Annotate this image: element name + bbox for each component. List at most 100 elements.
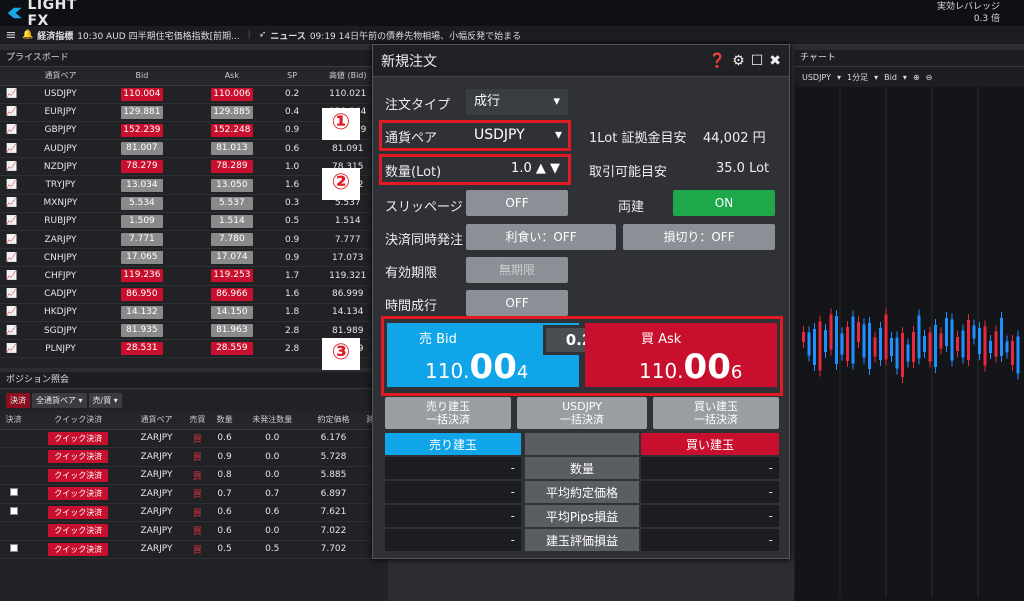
stop-loss-button[interactable]: 損切り：OFF [623, 224, 775, 250]
buy-ask-button[interactable]: 買 Ask 110.006 [585, 323, 777, 387]
order-type-select[interactable]: 成行 ▾ [466, 89, 568, 115]
chart-line-icon[interactable]: 📈 [6, 235, 17, 245]
price-row[interactable]: 📈 RUBJPY 1.509 1.514 0.5 1.514 [0, 212, 388, 232]
quick-settle-button[interactable]: クイック決済 [48, 505, 109, 519]
price-row[interactable]: 📈 CADJPY 86.950 86.966 1.6 86.999 [0, 285, 388, 304]
chart-line-icon[interactable]: 📈 [6, 216, 17, 226]
bid-chip[interactable]: 81.007 [120, 142, 163, 156]
position-row[interactable]: クイック決済 ZARJPY 買 0.6 0.0 7.022 [0, 521, 388, 541]
gear-icon[interactable]: ⚙ [732, 53, 745, 69]
position-row[interactable]: クイック決済 ZARJPY 買 0.7 0.7 6.897 [0, 484, 388, 504]
ask-chip[interactable]: 17.074 [210, 251, 253, 265]
settle-checkbox[interactable] [9, 488, 18, 497]
ask-chip[interactable]: 81.013 [210, 142, 253, 156]
settle-button[interactable]: 決済 [6, 392, 30, 408]
quick-settle-button[interactable]: クイック決済 [48, 450, 109, 464]
close-icon[interactable]: ✖ [769, 53, 781, 69]
settle-checkbox[interactable] [9, 543, 18, 552]
bid-chip[interactable]: 17.065 [120, 251, 163, 265]
price-row[interactable]: 📈 SGDJPY 81.935 81.963 2.8 81.989 [0, 321, 388, 341]
ask-chip[interactable]: 13.050 [210, 178, 253, 192]
quick-settle-button[interactable]: クイック決済 [48, 431, 109, 445]
price-row[interactable]: 📈 USDJPY 110.004 110.006 0.2 110.021 [0, 85, 388, 104]
position-row[interactable]: クイック決済 ZARJPY 買 0.6 0.0 6.176 [0, 429, 388, 448]
position-row[interactable]: クイック決済 ZARJPY 買 0.9 0.0 5.728 [0, 447, 388, 467]
ask-chip[interactable]: 5.537 [210, 196, 253, 210]
price-row[interactable]: 📈 ZARJPY 7.771 7.780 0.9 7.777 [0, 230, 388, 250]
candlestick-chart[interactable] [793, 87, 1024, 597]
price-row[interactable]: 📈 HKDJPY 14.132 14.150 1.8 14.134 [0, 303, 388, 322]
news-text[interactable]: 09:19 14日午前の債券先物相場、小幅反発で始まる [310, 29, 521, 42]
chart-line-icon[interactable]: 📈 [6, 162, 17, 172]
hedge-toggle[interactable]: ON [673, 190, 775, 216]
settle-checkbox[interactable] [9, 506, 18, 515]
ask-chip[interactable]: 86.966 [210, 287, 253, 301]
chart-line-icon[interactable]: 📈 [6, 253, 17, 263]
maximize-icon[interactable]: ☐ [751, 53, 764, 69]
position-row[interactable]: クイック決済 ZARJPY 買 0.8 0.0 5.885 [0, 466, 388, 485]
bid-chip[interactable]: 28.531 [120, 342, 163, 356]
price-row[interactable]: 📈 AUDJPY 81.007 81.013 0.6 81.091 [0, 139, 388, 159]
take-profit-button[interactable]: 利食い：OFF [466, 224, 616, 250]
help-icon[interactable]: ❓ [709, 53, 726, 69]
bid-chip[interactable]: 5.534 [120, 196, 163, 210]
pair-select[interactable]: USDJPY ▾ [466, 123, 566, 147]
chart-line-icon[interactable]: 📈 [6, 180, 17, 190]
position-row[interactable]: クイック決済 ZARJPY 買 0.6 0.6 7.621 [0, 503, 388, 522]
price-row[interactable]: 📈 CHFJPY 119.236 119.253 1.7 119.321 [0, 266, 388, 286]
bid-chip[interactable]: 110.004 [120, 87, 163, 101]
ask-chip[interactable]: 129.885 [210, 105, 253, 119]
quick-settle-button[interactable]: クイック決済 [48, 468, 109, 482]
zoom-out-icon[interactable]: ⊖ [926, 73, 933, 82]
chart-line-icon[interactable]: 📈 [6, 107, 17, 117]
quick-settle-button[interactable]: クイック決済 [48, 524, 109, 538]
chart-line-icon[interactable]: 📈 [6, 89, 17, 99]
sell-all-settle-button[interactable]: 売り建玉 一括決済 [385, 397, 511, 429]
quick-settle-button[interactable]: クイック決済 [48, 542, 109, 556]
bid-chip[interactable]: 7.771 [120, 233, 163, 247]
chart-line-icon[interactable]: 📈 [6, 326, 17, 336]
quick-settle-button[interactable]: クイック決済 [48, 487, 109, 501]
pair-filter-select[interactable]: 全通貨ペア ▾ [32, 392, 87, 408]
bid-chip[interactable]: 78.279 [120, 160, 163, 174]
chart-line-icon[interactable]: 📈 [6, 307, 17, 317]
bid-chip[interactable]: 152.239 [120, 123, 163, 137]
zoom-in-icon[interactable]: ⊕ [913, 73, 920, 82]
side-filter-select[interactable]: 売/買 ▾ [88, 392, 122, 408]
chart-line-icon[interactable]: 📈 [6, 344, 17, 354]
pair-all-settle-button[interactable]: USDJPY 一括決済 [517, 397, 647, 429]
chart-line-icon[interactable]: 📈 [6, 198, 17, 208]
ask-chip[interactable]: 14.150 [210, 305, 253, 319]
slippage-toggle[interactable]: OFF [466, 190, 568, 216]
position-row[interactable]: クイック決済 ZARJPY 買 0.5 0.5 7.702 [0, 540, 388, 559]
chart-price-select[interactable]: Bid [884, 73, 897, 82]
chart-pair-select[interactable]: USDJPY [802, 73, 831, 82]
bid-chip[interactable]: 81.935 [120, 324, 163, 338]
ask-chip[interactable]: 119.253 [210, 269, 253, 283]
ask-chip[interactable]: 110.006 [210, 87, 253, 101]
expiry-button[interactable]: 無期限 [466, 257, 568, 283]
chart-line-icon[interactable]: 📈 [6, 289, 17, 299]
qty-stepper[interactable]: 1.0 ▲ ▼ [466, 157, 566, 181]
ask-chip[interactable]: 152.248 [210, 123, 253, 137]
time-market-toggle[interactable]: OFF [466, 290, 568, 316]
chart-line-icon[interactable]: 📈 [6, 125, 17, 135]
price-row[interactable]: 📈 CNHJPY 17.065 17.074 0.9 17.073 [0, 248, 388, 268]
ask-chip[interactable]: 1.514 [210, 214, 253, 228]
bid-chip[interactable]: 86.950 [120, 287, 163, 301]
bid-chip[interactable]: 13.034 [120, 178, 163, 192]
chart-line-icon[interactable]: 📈 [6, 144, 17, 154]
chart-line-icon[interactable]: 📈 [6, 271, 17, 281]
buy-all-settle-button[interactable]: 買い建玉 一括決済 [653, 397, 779, 429]
ask-chip[interactable]: 28.559 [210, 342, 253, 356]
ask-chip[interactable]: 7.780 [210, 233, 253, 247]
ask-chip[interactable]: 81.963 [210, 324, 253, 338]
chart-timeframe-select[interactable]: 1分足 [847, 72, 868, 83]
bid-chip[interactable]: 1.509 [120, 214, 163, 228]
bid-chip[interactable]: 129.881 [120, 105, 163, 119]
bid-chip[interactable]: 14.132 [120, 305, 163, 319]
hamburger-menu-icon[interactable]: ≡ [0, 28, 22, 43]
bid-chip[interactable]: 119.236 [120, 269, 163, 283]
econ-text[interactable]: 10:30 AUD 四半期住宅価格指数[前期... [77, 29, 239, 42]
ask-chip[interactable]: 78.289 [210, 160, 253, 174]
